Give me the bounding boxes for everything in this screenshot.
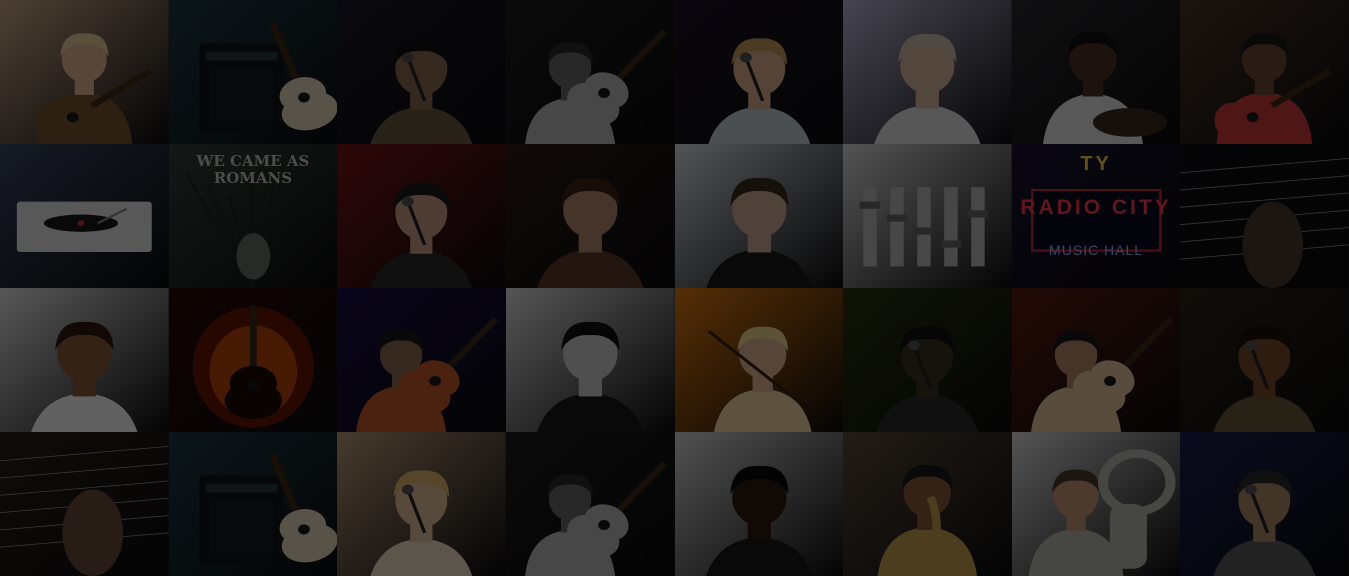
artist-tile	[0, 432, 169, 576]
artist-photo	[337, 432, 506, 576]
artist-tile	[1180, 288, 1349, 432]
artist-photo	[168, 288, 338, 432]
artist-photo	[1180, 432, 1349, 576]
artist-tile	[337, 288, 506, 432]
artist-tile	[843, 432, 1012, 576]
artist-tile: WE CAME AS ROMANS	[168, 144, 338, 288]
artist-tile	[0, 288, 169, 432]
artist-photo	[505, 288, 675, 432]
artist-tile	[505, 432, 675, 576]
artist-tile: TY RADIO CITY MUSIC HALL	[1011, 144, 1181, 288]
artist-tile	[505, 0, 675, 144]
artist-photo	[843, 0, 1012, 144]
artist-tile	[337, 0, 506, 144]
artist-tile	[674, 288, 844, 432]
artist-photo	[1011, 0, 1181, 144]
artist-tile	[0, 0, 169, 144]
artist-photo	[337, 144, 506, 288]
artist-photo	[1011, 144, 1181, 288]
artist-tile	[168, 288, 338, 432]
artist-tile	[674, 144, 844, 288]
artist-photo	[1011, 288, 1181, 432]
artist-photo	[843, 144, 1012, 288]
artist-photo	[168, 144, 338, 288]
artist-photo	[1180, 144, 1349, 288]
artist-tile	[674, 432, 844, 576]
artist-photo	[1180, 0, 1349, 144]
album-art-mosaic: WE CAME AS ROMANS TY RADIO CITY MUSIC HALL	[0, 0, 1349, 576]
artist-photo	[674, 432, 844, 576]
artist-tile	[1180, 0, 1349, 144]
artist-photo	[1011, 432, 1181, 576]
artist-photo	[337, 288, 506, 432]
artist-photo	[843, 432, 1012, 576]
artist-photo	[0, 144, 169, 288]
artist-photo	[674, 144, 844, 288]
artist-photo	[843, 288, 1012, 432]
artist-photo	[337, 0, 506, 144]
artist-photo	[0, 288, 169, 432]
artist-tile	[1180, 144, 1349, 288]
artist-tile	[843, 0, 1012, 144]
artist-tile	[843, 288, 1012, 432]
artist-tile	[0, 144, 169, 288]
artist-photo	[168, 432, 338, 576]
artist-tile	[843, 144, 1012, 288]
artist-tile	[1011, 288, 1181, 432]
artist-tile	[337, 144, 506, 288]
artist-photo	[505, 0, 675, 144]
artist-photo	[0, 0, 169, 144]
artist-tile	[168, 432, 338, 576]
artist-tile	[1011, 0, 1181, 144]
artist-photo	[674, 0, 844, 144]
artist-tile	[1011, 432, 1181, 576]
artist-photo	[505, 144, 675, 288]
artist-tile	[505, 288, 675, 432]
artist-tile	[505, 144, 675, 288]
artist-photo	[674, 288, 844, 432]
artist-tile	[674, 0, 844, 144]
artist-tile	[168, 0, 338, 144]
artist-photo	[505, 432, 675, 576]
artist-photo	[168, 0, 338, 144]
artist-photo	[0, 432, 169, 576]
artist-tile	[337, 432, 506, 576]
artist-tile	[1180, 432, 1349, 576]
artist-photo	[1180, 288, 1349, 432]
